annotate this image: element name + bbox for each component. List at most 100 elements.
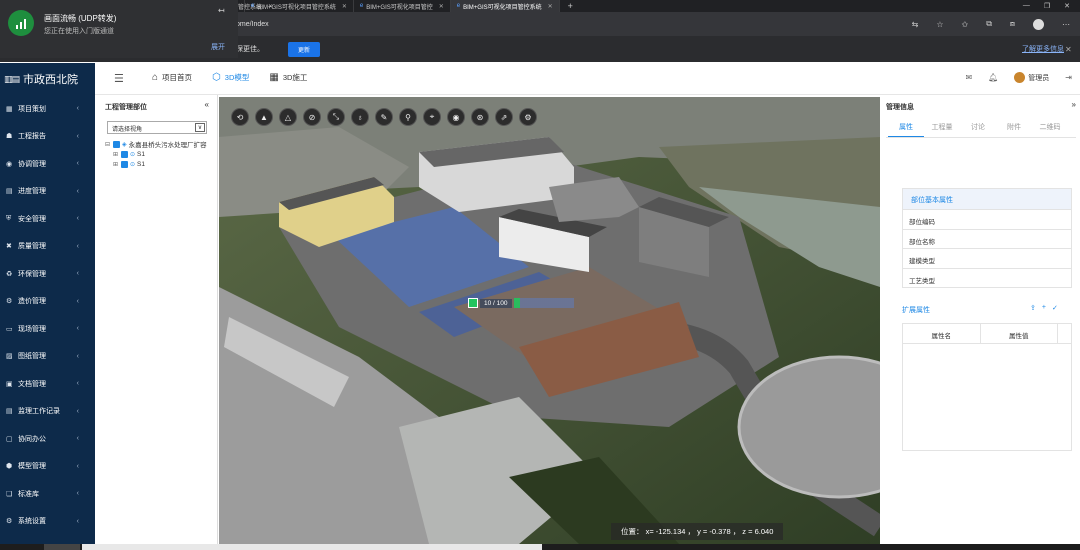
user-menu[interactable]: 管理员 [1014, 72, 1049, 83]
tab-properties[interactable]: 属性 [888, 122, 924, 138]
more-icon[interactable]: ⋯ [1062, 20, 1070, 29]
tree-node[interactable]: ⊞ ⊙ S1 [105, 149, 207, 159]
progress-label: 10 / 100 [480, 298, 512, 308]
profile-avatar[interactable] [1033, 18, 1044, 30]
export-icon[interactable]: ⇗ [495, 108, 513, 126]
camera-icon[interactable]: ◉ [447, 108, 465, 126]
tree-node[interactable]: ⊟ ◈ 永嘉县桥头污水处理厂扩容 [105, 139, 207, 149]
mail-icon[interactable]: ✉ [965, 73, 972, 82]
sidebar-item[interactable]: ♻ 环保管理 ‹ [0, 260, 95, 288]
sidebar-item[interactable]: ☗ 工程报告 ‹ [0, 123, 95, 151]
basic-properties-title: 部位基本属性 [903, 189, 1071, 209]
browser-tab[interactable]: e BIM+GIS可视化项目管控系统 ✕ [245, 0, 354, 12]
sidebar-item[interactable]: ✖ 质量管理 ‹ [0, 233, 95, 261]
chevron-left-icon: ‹ [76, 435, 79, 443]
book-icon: ❏ [6, 490, 13, 498]
translate-icon[interactable]: ⇆ [912, 20, 919, 29]
sidebar-item[interactable]: ▣ 文档管理 ‹ [0, 370, 95, 398]
nav-item-home[interactable]: ⌂ 项目首页 [152, 72, 192, 83]
eye-off-icon[interactable]: ⊘ [303, 108, 321, 126]
learn-more-link[interactable]: 了解更多信息 [1022, 44, 1064, 54]
rotate-icon[interactable]: ⟲ [231, 108, 249, 126]
panel-title: 管理信息 [886, 104, 914, 111]
measure-icon[interactable]: ⤡ [327, 108, 345, 126]
chevron-left-icon: ‹ [76, 407, 79, 415]
collapse-icon[interactable]: « [205, 100, 209, 109]
bulb-icon[interactable]: ♁ [351, 108, 369, 126]
back-icon[interactable]: ↤ [218, 6, 225, 15]
collapse-node-icon[interactable]: ⊟ [105, 141, 111, 148]
close-icon[interactable]: ✕ [342, 3, 347, 10]
sidebar-item[interactable]: ▭ 现场管理 ‹ [0, 315, 95, 343]
sidebar-item[interactable]: ▨ 图纸管理 ‹ [0, 343, 95, 371]
bell-icon[interactable]: 🔔︎ [988, 73, 998, 82]
new-tab-icon[interactable]: + [560, 1, 581, 11]
3d-viewport[interactable]: ⟲ ▲ △ ⊘ ⤡ ♁ ✎ ⚲ ⌖ ◉ ⊛ ⇗ ⚙ 10 / 100 位置： x… [219, 97, 880, 544]
minimize-icon[interactable]: — [1023, 2, 1030, 10]
nav-item-3d-model[interactable]: ⬡ 3D模型 [212, 72, 249, 83]
location-icon[interactable]: ⌖ [423, 108, 441, 126]
sidebar-item[interactable]: ⛨ 安全管理 ‹ [0, 205, 95, 233]
terrain-icon[interactable]: △ [279, 108, 297, 126]
sidebar-item[interactable]: ❏ 标准库 ‹ [0, 480, 95, 508]
chevron-left-icon: ‹ [76, 352, 79, 360]
url-field[interactable]: ome/Index [236, 21, 269, 28]
menu-toggle-icon[interactable]: ☰ [114, 72, 124, 85]
sidebar-item[interactable]: ▤ 进度管理 ‹ [0, 178, 95, 206]
logout-icon[interactable]: ⇥ [1065, 73, 1072, 82]
expand-node-icon[interactable]: ⊞ [113, 161, 119, 168]
upload-icon[interactable]: ⇪ [1030, 304, 1036, 312]
extended-properties-table: 属性名 属性值 [902, 323, 1072, 451]
chevron-left-icon: ‹ [76, 380, 79, 388]
sidebar-item[interactable]: ◉ 协调管理 ‹ [0, 150, 95, 178]
settings-icon[interactable]: ⚙ [519, 108, 537, 126]
close-icon[interactable]: ✕ [439, 3, 444, 10]
tab-quantity[interactable]: 工程量 [924, 122, 960, 138]
sidebar-item[interactable]: ⬢ 模型管理 ‹ [0, 453, 95, 481]
close-window-icon[interactable]: ✕ [1064, 2, 1070, 10]
close-icon[interactable]: ✕ [1065, 45, 1072, 54]
sidebar-item[interactable]: ▢ 协同办公 ‹ [0, 425, 95, 453]
mountain-icon[interactable]: ▲ [255, 108, 273, 126]
sidebar-item-label: 监理工作记录 [18, 408, 60, 416]
nav-item-3d-construction[interactable]: ▦ 3D施工 [269, 72, 307, 83]
pencil-icon[interactable]: ✎ [375, 108, 393, 126]
column-header: 属性值 [979, 324, 1058, 343]
tree-node[interactable]: ⊞ ⊙ S1 [105, 159, 207, 169]
browser-tab[interactable]: e BIM+GIS可视化项目管控 ✕ [354, 0, 451, 12]
tab-qrcode[interactable]: 二维码 [1032, 122, 1068, 138]
checkbox[interactable] [121, 150, 128, 158]
check-icon[interactable]: ✓ [1052, 304, 1058, 312]
collections-icon[interactable]: ⧉ [986, 19, 992, 29]
add-icon[interactable]: + [1042, 304, 1046, 312]
extensions-icon[interactable]: ⧈ [1010, 19, 1015, 29]
tree-node-label: S1 [137, 160, 145, 168]
browser-tab-active[interactable]: e BIM+GIS可视化项目管控系统 ✕ [450, 0, 560, 12]
expand-icon[interactable]: » [1072, 100, 1076, 109]
checkbox[interactable] [121, 160, 128, 168]
checkbox[interactable] [113, 140, 120, 148]
taskbar-segment [82, 544, 542, 550]
favorites-list-icon[interactable]: ✩ [961, 20, 968, 29]
sidebar-item[interactable]: ▤ 监理工作记录 ‹ [0, 398, 95, 426]
pin-icon[interactable]: ⚲ [399, 108, 417, 126]
view-select[interactable]: 请选择视角 ∨ [107, 121, 207, 134]
favorite-icon[interactable]: ☆ [936, 20, 943, 29]
logo[interactable]: ▥▤ 市政西北院 [0, 63, 95, 95]
expand-node-icon[interactable]: ⊞ [113, 151, 119, 158]
target-icon[interactable]: ⊛ [471, 108, 489, 126]
recycle-icon: ♻ [6, 270, 13, 278]
infobar-text: 保更佳。 [236, 46, 264, 53]
maximize-icon[interactable]: ❐ [1044, 2, 1050, 10]
update-button[interactable]: 更新 [288, 41, 321, 57]
sidebar-item-label: 系统设置 [18, 518, 46, 526]
notification-expand-link[interactable]: 展开 [211, 42, 225, 52]
sidebar-item[interactable]: ⚙ 造价管理 ‹ [0, 288, 95, 316]
close-icon[interactable]: ✕ [548, 3, 553, 10]
property-row: 工艺类型 [903, 267, 1071, 288]
tab-attachment[interactable]: 附件 [996, 122, 1032, 138]
tab-discussion[interactable]: 讨论 [960, 122, 996, 138]
sidebar-item-label: 协调管理 [18, 160, 46, 168]
sidebar-item[interactable]: ⚙ 系统设置 ‹ [0, 508, 95, 536]
sidebar-item[interactable]: ▦ 项目策划 ‹ [0, 95, 95, 123]
